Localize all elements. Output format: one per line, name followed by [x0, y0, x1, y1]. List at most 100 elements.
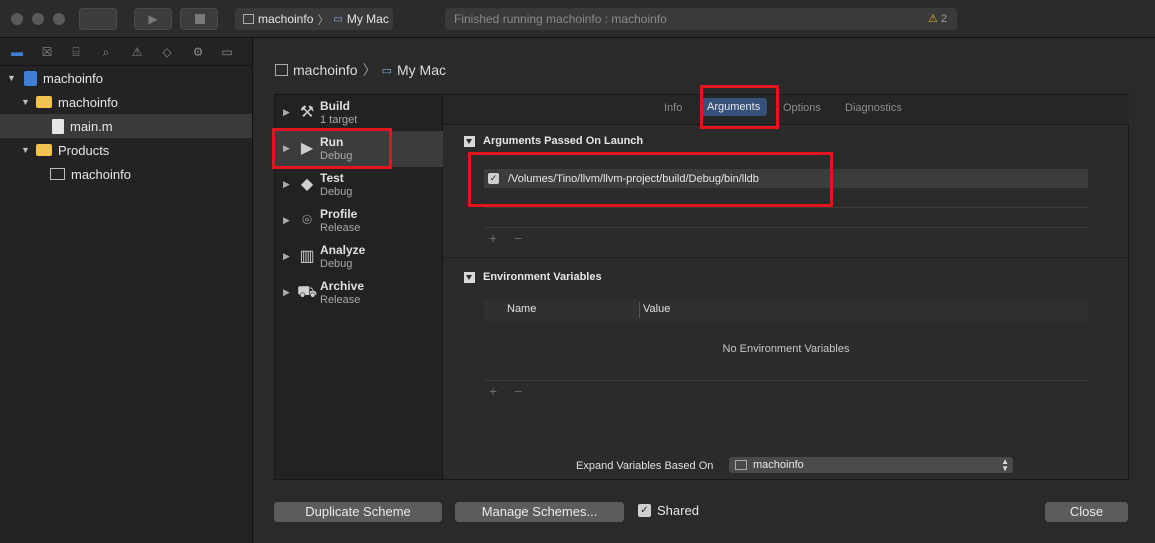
action-title: Build: [320, 99, 350, 113]
expand-variables-value: machoinfo: [753, 459, 804, 471]
disclosure-closed-icon[interactable]: ▶: [283, 287, 290, 298]
tab-options[interactable]: Options: [783, 102, 821, 114]
test-icon: ◆: [300, 176, 314, 193]
minimize-window-button[interactable]: [32, 13, 44, 25]
environment-section-header[interactable]: Environment Variables: [464, 271, 602, 283]
tree-item-label: machoinfo: [58, 94, 118, 110]
chevron-updown-icon: ▲ ▼: [1001, 457, 1009, 473]
chevron-right-icon: 〉: [362, 62, 377, 78]
mac-icon: ▭: [381, 64, 392, 77]
navigator-toggle-button[interactable]: [79, 8, 117, 30]
folder-icon: [36, 96, 52, 108]
action-build[interactable]: ▶ ⚒ Build 1 target: [275, 95, 443, 131]
hammer-icon: ⚒: [299, 104, 315, 121]
section-title: Arguments Passed On Launch: [483, 135, 644, 147]
close-window-button[interactable]: [11, 13, 23, 25]
tab-diagnostics[interactable]: Diagnostics: [845, 102, 902, 114]
breadcrumb-scheme[interactable]: machoinfo: [293, 62, 358, 78]
action-title: Test: [320, 171, 344, 185]
scheme-selector[interactable]: machoinfo 〉 ▭ My Mac: [235, 8, 393, 30]
action-run[interactable]: ▶ ▶ Run Debug: [275, 131, 443, 167]
remove-argument-button[interactable]: −: [514, 230, 522, 246]
disclosure-open-icon[interactable]: ▼: [21, 145, 31, 155]
breakpoint-nav-icon[interactable]: ▭: [220, 45, 234, 59]
action-title: Profile: [320, 207, 358, 221]
action-profile[interactable]: ▶ ⌾ Profile Release: [275, 203, 443, 239]
gauge-icon: ⌾: [302, 212, 312, 229]
scheme-name: machoinfo: [258, 12, 314, 26]
scheme-action-list: ▶ ⚒ Build 1 target ▶ ▶ Run Debug ▶ ◆ Tes…: [274, 94, 443, 480]
disclosure-closed-icon[interactable]: ▶: [283, 215, 290, 226]
column-header-name[interactable]: Name: [507, 303, 536, 315]
debug-nav-icon[interactable]: ⚙: [191, 45, 205, 59]
action-subtitle: Debug: [320, 150, 353, 162]
disclosure-closed-icon[interactable]: ▶: [283, 179, 290, 190]
navigator-tabs: ▬ ☒ ⌸ ⌕ ⚠ ◇ ⚙ ▭: [0, 38, 253, 66]
warning-badge[interactable]: ⚠ 2: [928, 12, 947, 25]
folder-icon: [36, 144, 52, 156]
arguments-section-header[interactable]: Arguments Passed On Launch: [464, 135, 643, 147]
activity-status: Finished running machoinfo : machoinfo: [454, 12, 667, 26]
shared-label: Shared: [657, 503, 699, 518]
run-button[interactable]: ▶: [134, 8, 172, 30]
tree-item-products[interactable]: ▼ Products: [0, 138, 252, 162]
action-title: Analyze: [320, 243, 366, 257]
disclosure-closed-icon[interactable]: ▶: [283, 251, 290, 262]
stop-button[interactable]: [180, 8, 218, 30]
disclosure-open-icon[interactable]: ▼: [7, 73, 17, 83]
breadcrumb-destination[interactable]: My Mac: [397, 62, 446, 78]
divider: [484, 207, 1088, 208]
argument-checkbox[interactable]: ✓: [488, 173, 499, 184]
tree-item-label: machoinfo: [43, 70, 103, 86]
empty-state-text: No Environment Variables: [722, 343, 850, 355]
objc-file-icon: [52, 118, 64, 134]
mac-icon: ▭: [333, 13, 343, 25]
tab-info[interactable]: Info: [664, 102, 682, 114]
action-test[interactable]: ▶ ◆ Test Debug: [275, 167, 443, 203]
source-control-icon[interactable]: ☒: [40, 45, 54, 59]
tree-item-executable[interactable]: machoinfo: [0, 162, 252, 186]
table-header: Name Value: [484, 299, 1088, 321]
action-analyze[interactable]: ▶ ▥ Analyze Debug: [275, 239, 443, 275]
manage-schemes-button[interactable]: Manage Schemes...: [455, 502, 624, 522]
disclosure-closed-icon[interactable]: ▶: [283, 107, 290, 118]
section-divider: [443, 257, 1129, 258]
tab-arguments[interactable]: Arguments: [700, 98, 768, 116]
shared-checkbox[interactable]: ✓ Shared: [638, 503, 699, 518]
disclosure-open-icon[interactable]: [464, 135, 475, 147]
environment-table: Name Value No Environment Variables: [484, 299, 1088, 383]
action-subtitle: 1 target: [320, 114, 358, 126]
activity-view: Finished running machoinfo : machoinfo ⚠…: [445, 8, 957, 30]
project-icon: [24, 70, 37, 86]
tree-item-group[interactable]: ▼ machoinfo: [0, 90, 252, 114]
zoom-window-button[interactable]: [53, 13, 65, 25]
action-archive[interactable]: ▶ ⛟ Archive Release: [275, 275, 443, 311]
argument-value[interactable]: /Volumes/Tino/llvm/llvm-project/build/De…: [508, 173, 759, 185]
test-nav-icon[interactable]: ◇: [160, 45, 174, 59]
action-title: Run: [320, 135, 344, 149]
add-variable-button[interactable]: +: [489, 383, 497, 399]
expand-variables-select[interactable]: machoinfo ▲ ▼: [729, 457, 1013, 473]
folder-nav-icon[interactable]: ▬: [10, 45, 24, 59]
warning-icon: ⚠: [927, 13, 938, 25]
duplicate-scheme-button[interactable]: Duplicate Scheme: [274, 502, 442, 522]
argument-row[interactable]: ✓ /Volumes/Tino/llvm/llvm-project/build/…: [484, 169, 1088, 188]
disclosure-open-icon[interactable]: [464, 271, 475, 283]
disclosure-open-icon[interactable]: ▼: [21, 97, 31, 107]
action-subtitle: Debug: [320, 258, 353, 270]
project-navigator: ▬ ☒ ⌸ ⌕ ⚠ ◇ ⚙ ▭ ▼ machoinfo ▼ machoinfo …: [0, 38, 253, 543]
tree-item-project[interactable]: ▼ machoinfo: [0, 66, 252, 90]
close-button[interactable]: Close: [1045, 502, 1128, 522]
tree-item-label: main.m: [70, 118, 113, 134]
symbol-icon[interactable]: ⌸: [69, 45, 83, 59]
disclosure-closed-icon[interactable]: ▶: [283, 143, 290, 154]
column-header-value[interactable]: Value: [643, 303, 670, 315]
remove-variable-button[interactable]: −: [514, 383, 522, 399]
add-argument-button[interactable]: +: [489, 230, 497, 246]
issue-icon[interactable]: ⚠: [130, 45, 144, 59]
checkbox-checked-icon[interactable]: ✓: [638, 504, 651, 517]
executable-icon: [50, 168, 65, 180]
search-icon[interactable]: ⌕: [99, 45, 113, 59]
divider: [484, 227, 1088, 228]
tree-item-file[interactable]: main.m: [0, 114, 252, 138]
